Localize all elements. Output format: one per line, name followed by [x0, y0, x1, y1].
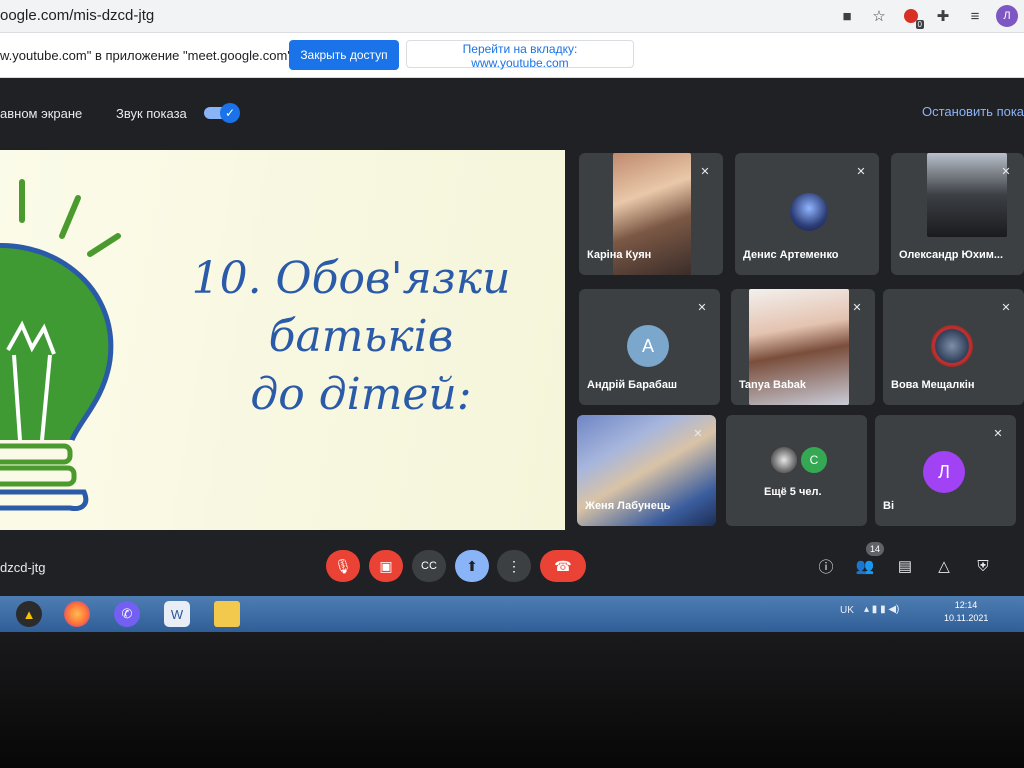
clock-time: 12:14 — [954, 600, 978, 610]
participant-mini-avatar: С — [800, 446, 828, 474]
more-options-icon[interactable]: ⋮ — [497, 550, 531, 582]
camera-icon[interactable]: ■ — [836, 5, 858, 27]
stop-presenting-link[interactable]: Остановить пока — [922, 104, 1024, 119]
participant-tile[interactable]: ✕ Женя Лабунець — [577, 415, 716, 526]
meeting-code: dzcd-jtg — [0, 560, 46, 575]
url-text[interactable]: oogle.com/mis-dzcd-jtg — [0, 7, 154, 24]
participant-tile[interactable]: ✕ Каріна Куян — [579, 153, 723, 275]
participant-name: Tanya Babak — [739, 379, 807, 391]
camera-off-icon[interactable]: ▣ — [369, 550, 403, 582]
participant-name: Денис Артеменко — [743, 249, 839, 261]
participant-photo — [790, 193, 828, 231]
participant-tile[interactable]: ✕ Tanya Babak — [731, 289, 875, 405]
sharing-message: w.youtube.com" в приложение "meet.google… — [0, 48, 307, 63]
captions-icon[interactable]: CC — [412, 550, 446, 582]
star-icon[interactable]: ☆ — [868, 5, 890, 27]
slide-title-line3: до дітей: — [250, 369, 472, 420]
clock[interactable]: 12:14 10.11.2021 — [944, 599, 988, 625]
present-icon[interactable]: ⬆ — [455, 550, 489, 582]
meeting-toolbar: dzcd-jtg 🎙 ▣ CC ⬆ ⋮ ☎ ⓘ 👥 14 ▤ △ ⛨ — [0, 532, 1024, 596]
participant-tile[interactable]: А ✕ Андрій Барабаш — [579, 289, 720, 405]
windows-taskbar: ▲ ✆ W UK ▴ ▮ ▮ ◀︎) 12:14 10.11.2021 — [0, 596, 1024, 632]
extension-badge-icon[interactable]: 0 — [900, 5, 924, 29]
slide-title: 10. Обов'язки батьків до дітей: — [146, 250, 556, 424]
participant-name: Андрій Барабаш — [587, 379, 678, 391]
reading-list-icon[interactable]: ≡ — [964, 5, 986, 27]
participant-tile[interactable]: Л ✕ Ві — [875, 415, 1016, 526]
browser-address-bar: oogle.com/mis-dzcd-jtg ■ ☆ 0 ✚ ≡ Л — [0, 0, 1024, 33]
mic-off-icon: ✕ — [700, 165, 710, 178]
participant-name: Вова Мещалкін — [891, 379, 975, 391]
people-icon[interactable]: 👥 — [853, 554, 877, 578]
mic-off-icon: ✕ — [1001, 301, 1011, 314]
tray-icons[interactable]: ▴ ▮ ▮ ◀︎) — [864, 604, 899, 615]
participant-name: Олександр Юхим... — [899, 249, 1004, 261]
extension-badge-count: 0 — [915, 20, 924, 29]
folder-icon[interactable] — [214, 601, 240, 627]
mic-off-icon: ✕ — [852, 301, 862, 314]
profile-avatar[interactable]: Л — [996, 5, 1018, 27]
go-to-tab-button[interactable]: Перейти на вкладку: www.youtube.com — [406, 40, 634, 70]
participant-tile[interactable]: ✕ Денис Артеменко — [735, 153, 879, 275]
slide-title-line2: батьків — [268, 311, 454, 362]
presentation-bar: авном экране Звук показа ✓ Остановить по… — [0, 78, 1024, 144]
sound-label: Звук показа — [116, 106, 187, 121]
clock-date: 10.11.2021 — [944, 613, 989, 623]
mic-off-icon: ✕ — [697, 301, 707, 314]
participant-name: Ві — [883, 500, 894, 512]
participant-name: Каріна Куян — [587, 249, 652, 261]
mic-off-icon: ✕ — [1001, 165, 1011, 178]
language-indicator[interactable]: UK — [840, 605, 854, 616]
main-screen-label: авном экране — [0, 106, 83, 121]
hang-up-icon[interactable]: ☎ — [540, 550, 586, 582]
word-icon[interactable]: W — [164, 601, 190, 627]
monitor-screen: oogle.com/mis-dzcd-jtg ■ ☆ 0 ✚ ≡ Л w.you… — [0, 0, 1024, 632]
mic-off-icon: ✕ — [693, 427, 703, 440]
browser-toolbar-icons: ■ ☆ 0 ✚ ≡ Л — [836, 5, 1018, 29]
firefox-icon[interactable] — [64, 601, 90, 627]
sharing-infobar: w.youtube.com" в приложение "meet.google… — [0, 33, 1024, 78]
participant-avatar: А — [627, 325, 669, 367]
host-controls-icon[interactable]: ⛨ — [971, 554, 995, 578]
sound-toggle[interactable]: ✓ — [204, 103, 240, 123]
mic-off-icon: ✕ — [993, 427, 1003, 440]
participant-tile[interactable]: ✕ Вова Мещалкін — [883, 289, 1024, 405]
people-count-badge: 14 — [866, 542, 884, 556]
info-icon[interactable]: ⓘ — [814, 554, 838, 578]
participant-name: Женя Лабунець — [585, 500, 671, 512]
viber-icon[interactable]: ✆ — [114, 601, 140, 627]
lightbulb-icon — [0, 179, 121, 511]
monitor-bezel — [0, 632, 1024, 768]
mic-off-icon: ✕ — [856, 165, 866, 178]
slide-title-line1: 10. Обов'язки — [191, 253, 511, 304]
activities-icon[interactable]: △ — [932, 554, 956, 578]
participant-tile[interactable]: ✕ Олександр Юхим... — [891, 153, 1024, 275]
participant-mini-photo — [770, 446, 798, 474]
puzzle-icon[interactable]: ✚ — [932, 5, 954, 27]
chat-icon[interactable]: ▤ — [893, 554, 917, 578]
participant-photo — [927, 153, 1007, 237]
drive-icon[interactable]: ▲ — [16, 601, 42, 627]
participant-avatar: Л — [923, 451, 965, 493]
close-access-button[interactable]: Закрыть доступ — [289, 40, 399, 70]
participant-photo — [931, 325, 973, 367]
more-participants-label: Ещё 5 чел. — [764, 486, 822, 498]
more-participants-avatars: С — [770, 446, 828, 474]
check-icon: ✓ — [220, 103, 240, 123]
shared-slide: 10. Обов'язки батьків до дітей: — [0, 150, 565, 530]
mic-off-icon[interactable]: 🎙 — [326, 550, 360, 582]
